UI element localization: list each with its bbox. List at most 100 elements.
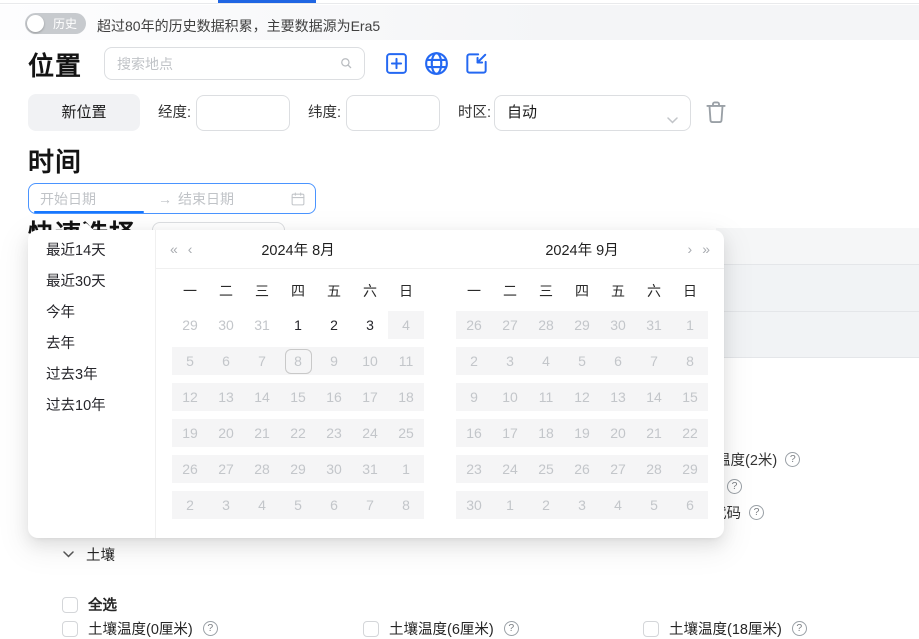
calendar-day: 25 (388, 419, 424, 447)
search-input[interactable] (104, 47, 365, 80)
help-icon[interactable]: ? (203, 621, 218, 636)
history-banner: 历史 超过80年的历史数据积累，主要数据源为Era5 (0, 5, 919, 40)
end-date-input[interactable] (178, 191, 290, 207)
calendar-day: 6 (600, 347, 636, 375)
calendar-day: 4 (388, 311, 424, 339)
weekday-label: 一 (456, 275, 492, 307)
calendar-preset[interactable]: 过去10年 (28, 391, 155, 422)
calendar-day: 7 (244, 347, 280, 375)
calendar-day: 18 (388, 383, 424, 411)
calendar-day[interactable]: 2 (316, 311, 352, 339)
calendar-day: 1 (672, 311, 708, 339)
weekday-label: 六 (352, 275, 388, 307)
calendar-day: 1 (492, 491, 528, 519)
calendar-day: 3 (208, 491, 244, 519)
calendar-day: 30 (316, 455, 352, 483)
import-location-button[interactable] (464, 51, 489, 76)
picker-active-bar (34, 211, 144, 213)
month-title[interactable]: 2024年 9月 (486, 239, 678, 260)
prev-year-button[interactable]: « (170, 242, 178, 256)
calendar-day: 30 (456, 491, 492, 519)
soil-checkbox-0[interactable] (62, 621, 78, 637)
history-description: 超过80年的历史数据积累，主要数据源为Era5 (97, 16, 380, 36)
range-arrow-icon: → (152, 191, 178, 207)
help-icon[interactable]: ? (749, 505, 764, 520)
calendar-day: 28 (528, 311, 564, 339)
soil-item-2: 土壤温度(18厘米) ? (643, 618, 807, 639)
date-range-picker[interactable]: → (28, 183, 316, 214)
soil-checkbox-1[interactable] (363, 621, 379, 637)
calendar-day: 24 (492, 455, 528, 483)
calendar-day: 5 (172, 347, 208, 375)
soil-section-header[interactable]: 土壤 (63, 544, 115, 565)
weekday-label: 五 (600, 275, 636, 307)
calendar-day: 11 (528, 383, 564, 411)
calendar-day: 8 (672, 347, 708, 375)
calendar-day: 12 (172, 383, 208, 411)
calendar-day[interactable]: 1 (280, 311, 316, 339)
calendar-day[interactable]: 31 (244, 311, 280, 339)
latitude-input[interactable] (346, 95, 440, 131)
soil-checkbox-2[interactable] (643, 621, 659, 637)
soil-section-label: 土壤 (86, 544, 115, 565)
longitude-label: 经度: (158, 95, 191, 131)
help-icon[interactable]: ? (792, 621, 807, 636)
weekday-label: 三 (244, 275, 280, 307)
month-title[interactable]: 2024年 8月 (202, 239, 394, 260)
calendar-day: 20 (208, 419, 244, 447)
calendar-day: 17 (492, 419, 528, 447)
calendar-day[interactable]: 3 (352, 311, 388, 339)
history-toggle[interactable]: 历史 (25, 13, 86, 34)
active-tab-indicator (218, 0, 316, 3)
weekday-label: 五 (316, 275, 352, 307)
location-title: 位置 (28, 46, 82, 83)
weekday-label: 六 (636, 275, 672, 307)
historical-weather-page: 历史 超过80年的历史数据积累，主要数据源为Era5 位置 新位置 经度: 纬度 (0, 0, 919, 632)
calendar-day: 17 (352, 383, 388, 411)
tab-new-location[interactable]: 新位置 (28, 94, 140, 131)
top-tabs-strip (0, 0, 919, 4)
calendar-preset[interactable]: 过去3年 (28, 360, 155, 391)
prev-month-button[interactable]: ‹ (188, 242, 193, 256)
calendar-bodies: 一二三四五六日293031123456789101112131415161718… (156, 269, 724, 538)
soil-label-1: 土壤温度(6厘米) (389, 618, 494, 639)
calendar-day: 29 (280, 455, 316, 483)
location-search (104, 47, 365, 80)
calendar-preset[interactable]: 最近30天 (28, 267, 155, 298)
help-icon[interactable]: ? (785, 452, 800, 467)
globe-button[interactable] (423, 50, 450, 77)
calendar-day: 23 (456, 455, 492, 483)
calendar-icon (290, 191, 306, 207)
start-date-input[interactable] (40, 191, 152, 207)
toggle-label: 历史 (53, 17, 77, 31)
calendar-day: 27 (492, 311, 528, 339)
calendar-day: 25 (528, 455, 564, 483)
calendar-preset-list: 最近14天最近30天今年去年过去3年过去10年 (28, 230, 156, 538)
calendar-day: 26 (172, 455, 208, 483)
calendar-day: 27 (208, 455, 244, 483)
calendar-day: 1 (388, 455, 424, 483)
help-icon[interactable]: ? (504, 621, 519, 636)
calendar-day-today: 8 (280, 347, 316, 375)
select-all-checkbox[interactable] (62, 597, 78, 613)
calendar-day: 21 (244, 419, 280, 447)
longitude-input[interactable] (196, 95, 290, 131)
calendar-preset[interactable]: 最近14天 (28, 236, 155, 267)
calendar-preset[interactable]: 去年 (28, 329, 155, 360)
delete-location-button[interactable] (703, 99, 729, 125)
calendar-day: 2 (456, 347, 492, 375)
next-year-button[interactable]: » (702, 242, 710, 256)
calendar-day[interactable]: 29 (172, 311, 208, 339)
help-icon[interactable]: ? (727, 479, 742, 494)
calendar-preset[interactable]: 今年 (28, 298, 155, 329)
add-location-button[interactable] (384, 51, 409, 76)
soil-item-1: 土壤温度(6厘米) ? (363, 618, 519, 639)
next-month-button[interactable]: › (688, 242, 693, 256)
timezone-select[interactable]: 自动 (494, 95, 691, 131)
calendar-day[interactable]: 30 (208, 311, 244, 339)
calendar-panels: « ‹ 2024年 8月 2024年 9月 › » 一二三四五六日29303 (156, 230, 724, 538)
toggle-knob-icon (27, 15, 44, 32)
calendar-day: 28 (636, 455, 672, 483)
weekday-label: 四 (280, 275, 316, 307)
variable-fragment-row2: ? (727, 479, 742, 494)
